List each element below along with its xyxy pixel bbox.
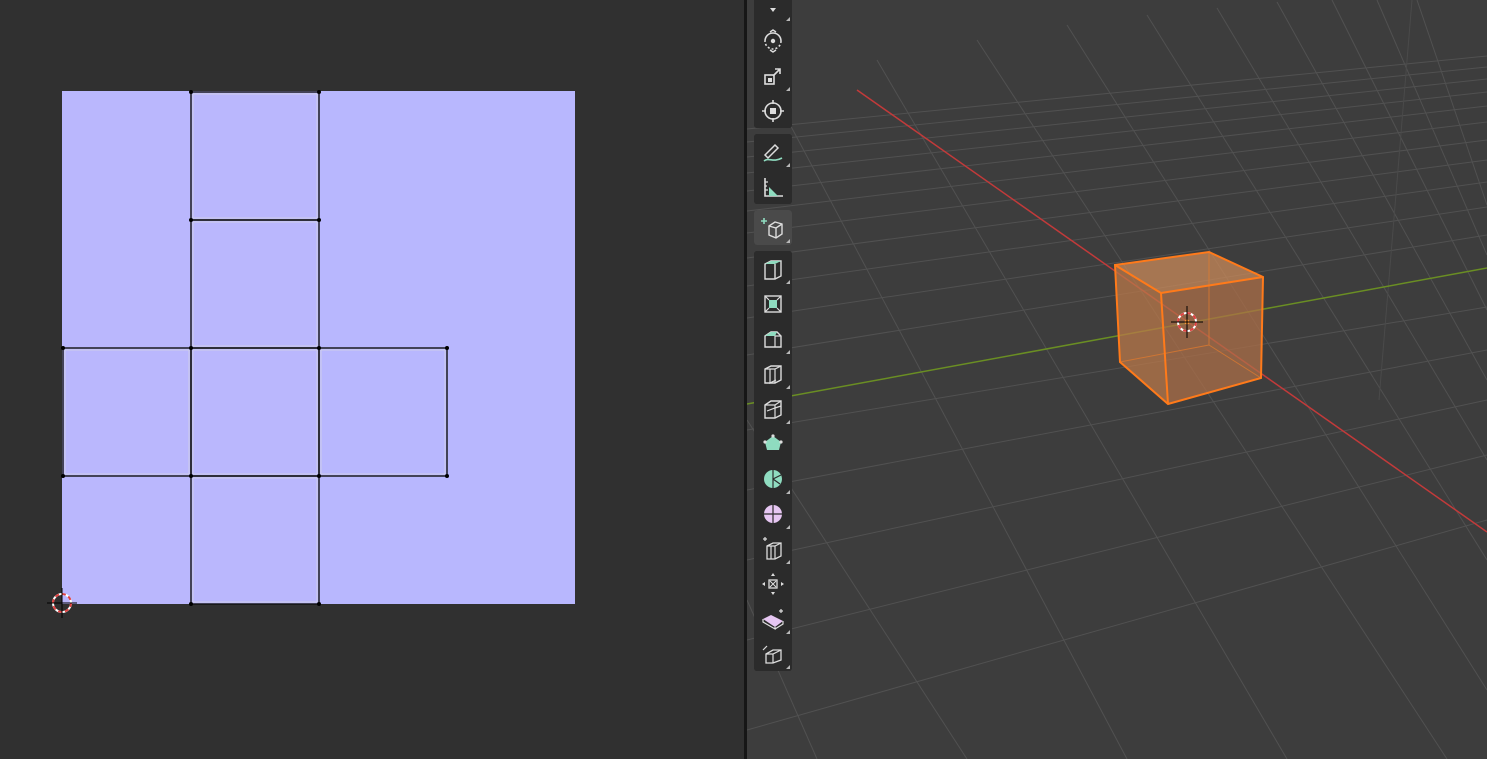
- tool-group-annotate: [754, 134, 792, 204]
- scene-canvas[interactable]: [747, 0, 1487, 759]
- uv-editor[interactable]: [0, 0, 744, 759]
- tool-edge-slide[interactable]: [754, 531, 792, 566]
- cube-object[interactable]: [1113, 250, 1265, 406]
- inset-faces-icon: [764, 294, 782, 313]
- shrink-fatten-icon: [762, 572, 784, 595]
- tool-inset[interactable]: [754, 286, 792, 321]
- tool-shear[interactable]: [754, 601, 792, 636]
- annotate-icon: [763, 143, 783, 162]
- tool-extrude[interactable]: [754, 251, 792, 286]
- scale-icon: [764, 67, 781, 85]
- shear-icon: [762, 608, 784, 630]
- tool-shelf: [754, 0, 792, 677]
- rotate-icon: [764, 28, 782, 53]
- spin-icon: [764, 469, 782, 488]
- floor-grid: [747, 0, 1487, 759]
- knife-icon: [764, 399, 782, 419]
- poly-build-icon: [763, 433, 783, 450]
- tool-select[interactable]: [754, 0, 792, 23]
- bevel-icon: [764, 330, 782, 348]
- tool-bevel[interactable]: [754, 321, 792, 356]
- grid-vertical-line: [1378, 0, 1413, 401]
- tool-knife[interactable]: [754, 391, 792, 426]
- tool-measure[interactable]: [754, 169, 792, 204]
- edge-slide-icon: [763, 536, 782, 560]
- tool-scale[interactable]: [754, 58, 792, 93]
- measure-icon: [764, 177, 783, 197]
- tool-rip-region[interactable]: [754, 636, 792, 671]
- tool-annotate[interactable]: [754, 134, 792, 169]
- viewport-3d[interactable]: [747, 0, 1487, 759]
- smooth-icon: [764, 504, 782, 523]
- tool-group-transform: [754, 0, 792, 128]
- transform-icon: [762, 99, 784, 122]
- rip-region-icon: [762, 645, 782, 664]
- tool-shrink-fatten[interactable]: [754, 566, 792, 601]
- tool-transform[interactable]: [754, 93, 792, 128]
- add-cube-icon: [761, 217, 783, 239]
- loop-cut-icon: [764, 364, 782, 384]
- tool-group-mesh: [754, 251, 792, 671]
- select-box-icon: [770, 7, 776, 12]
- tool-group-add: [754, 210, 792, 245]
- tool-add-cube[interactable]: [754, 210, 792, 245]
- tool-poly-build[interactable]: [754, 426, 792, 461]
- tool-rotate[interactable]: [754, 23, 792, 58]
- tool-spin[interactable]: [754, 461, 792, 496]
- tool-loop-cut[interactable]: [754, 356, 792, 391]
- uv-canvas[interactable]: [0, 0, 744, 759]
- tool-smooth[interactable]: [754, 496, 792, 531]
- extrude-region-icon: [764, 259, 782, 280]
